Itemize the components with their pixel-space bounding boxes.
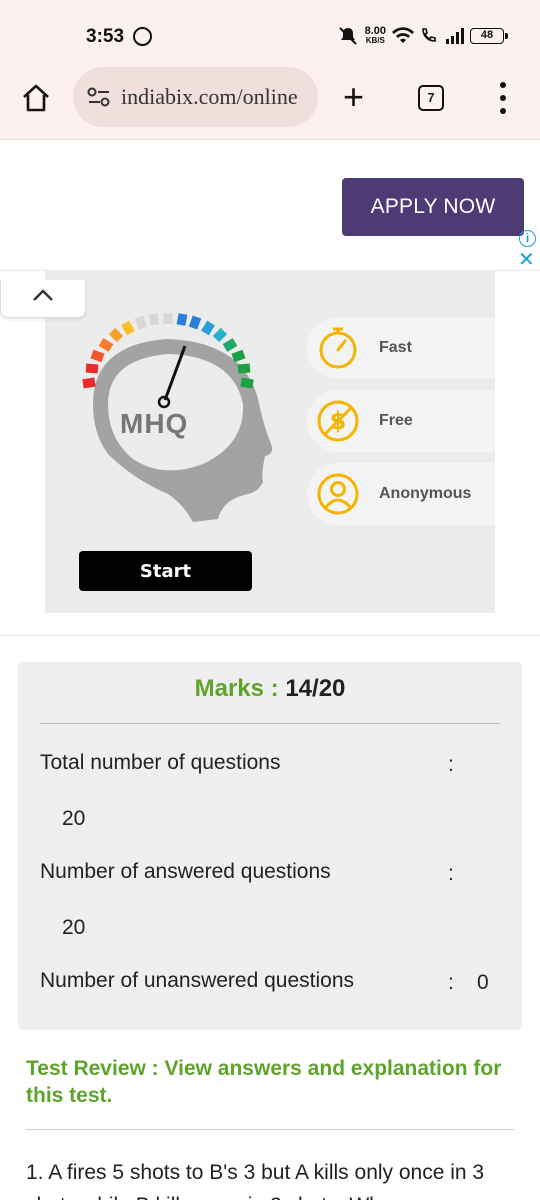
feature-label: Anonymous: [379, 485, 472, 502]
feature-label: Free: [379, 412, 413, 429]
divider: [40, 723, 500, 724]
whatsapp-icon: [133, 27, 152, 46]
wifi-icon: [392, 27, 414, 43]
overflow-menu-icon[interactable]: [497, 82, 509, 114]
chevron-up-icon: [33, 289, 53, 301]
call-icon: [422, 28, 436, 42]
mhq-label: MHQ: [120, 408, 189, 439]
status-icons: 8.00 KB/S 48: [337, 22, 508, 50]
result-summary: Marks : 14/20 Total number of questions …: [18, 662, 522, 1030]
user-icon: [317, 473, 359, 515]
unanswered-questions-value: 0: [477, 971, 489, 994]
status-time: 3:53: [86, 26, 125, 47]
home-icon[interactable]: [20, 82, 52, 114]
ad-close-icon[interactable]: ✕: [518, 250, 535, 270]
unanswered-questions-label: Number of unanswered questions: [40, 969, 355, 992]
answered-questions-value: 20: [62, 916, 86, 939]
url-text: indiabix.com/online: [121, 84, 298, 109]
total-questions-value: 20: [62, 807, 86, 830]
total-questions-label: Total number of questions: [40, 751, 281, 774]
signal-icon: [446, 28, 464, 44]
start-button[interactable]: Start: [79, 551, 252, 591]
browser-toolbar: indiabix.com/online + 7: [0, 66, 540, 140]
address-bar[interactable]: indiabix.com/online: [73, 67, 318, 127]
feature-fast: Fast: [307, 317, 495, 379]
question-1-text: 1. A fires 5 shots to B's 3 but A kills …: [26, 1161, 485, 1200]
divider: [26, 1129, 514, 1130]
marks-value: 14/20: [285, 675, 346, 702]
row-colon: :: [448, 971, 454, 994]
row-colon: :: [448, 753, 454, 776]
row-colon: :: [448, 862, 454, 885]
answered-questions-label: Number of answered questions: [40, 860, 331, 883]
dollar-icon: $: [317, 400, 359, 442]
mute-icon: [338, 27, 357, 45]
site-settings-icon[interactable]: [87, 86, 111, 108]
test-review-link[interactable]: Test Review : View answers and explanati…: [26, 1055, 516, 1109]
divider: [0, 635, 540, 636]
apply-now-button[interactable]: APPLY NOW: [342, 178, 524, 236]
new-tab-button[interactable]: +: [343, 79, 364, 115]
net-speed: 8.00 KB/S: [364, 25, 386, 46]
tab-switcher-button[interactable]: 7: [418, 85, 444, 111]
feature-label: Fast: [379, 339, 412, 356]
ad-banner: APPLY NOW i ✕: [0, 141, 540, 271]
ad-info-icon[interactable]: i: [519, 230, 536, 247]
collapse-ad-button[interactable]: [0, 280, 86, 318]
battery-icon: 48: [470, 28, 508, 44]
status-bar: 3:53 8.00 KB/S 48: [0, 0, 540, 66]
marks-heading: Marks : 14/20: [194, 675, 346, 702]
feature-anonymous: Anonymous: [307, 463, 495, 525]
stopwatch-icon: [319, 327, 357, 369]
mhq-promo-banner[interactable]: MHQ Start Fast $ Free Anonymous: [45, 270, 495, 613]
feature-free: $ Free: [307, 390, 495, 452]
